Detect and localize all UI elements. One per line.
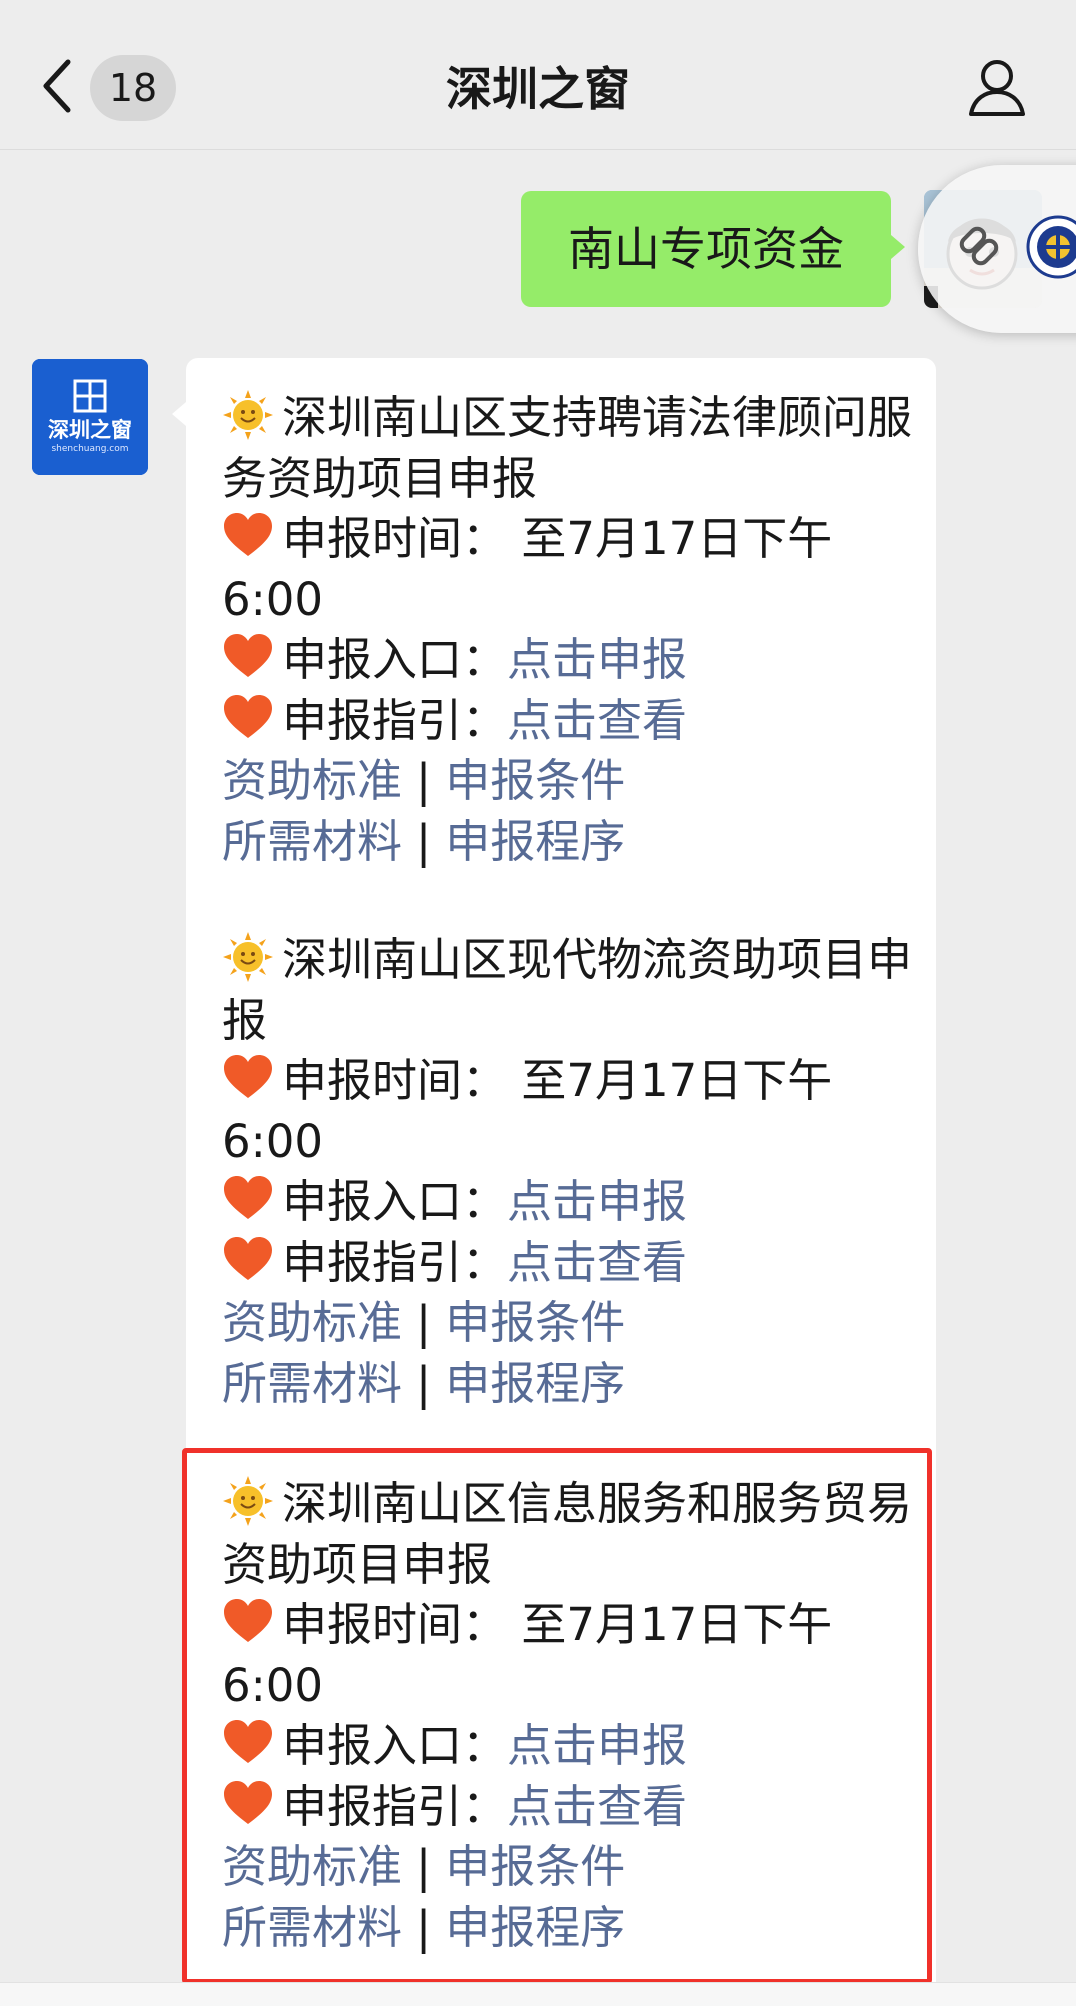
- apply-procedure-link[interactable]: 申报程序: [445, 1901, 625, 1954]
- project-title-text: 深圳南山区现代物流资助项目申报: [222, 933, 913, 1047]
- nav-bar: 18 深圳之窗: [0, 0, 1076, 150]
- apply-guide-link[interactable]: 点击查看: [507, 1236, 687, 1289]
- apply-guide-label: 申报指引：: [282, 1779, 508, 1833]
- emblem-icon: [1026, 215, 1076, 279]
- heart-icon: [224, 1176, 272, 1219]
- apply-conditions-link[interactable]: 申报条件: [445, 1296, 625, 1349]
- links-row: 所需材料 | 申报程序: [222, 812, 912, 873]
- apply-entry-label: 申报入口：: [282, 633, 508, 686]
- required-materials-link[interactable]: 所需材料: [222, 815, 402, 868]
- apply-guide-link[interactable]: 点击查看: [507, 694, 687, 747]
- apply-time-label: 申报时间：: [282, 1598, 508, 1651]
- chevron-left-icon: [43, 59, 71, 113]
- links-row: 资助标准 | 申报条件: [222, 1837, 912, 1898]
- received-message-bubble: 深圳南山区支持聘请法律顾问服务资助项目申报 申报时间： 至7月17日下午6:00…: [172, 358, 936, 2006]
- back-button[interactable]: [38, 56, 78, 116]
- project-block: 深圳南山区信息服务和服务贸易资助项目申报 申报时间： 至7月17日下午6:00 …: [222, 1474, 912, 1958]
- links-row: 资助标准 | 申报条件: [222, 751, 912, 812]
- apply-conditions-link[interactable]: 申报条件: [445, 754, 625, 807]
- apply-guide-label: 申报指引：: [282, 1235, 508, 1289]
- funding-standard-link[interactable]: 资助标准: [222, 1840, 402, 1893]
- apply-time-row: 申报时间： 至7月17日下午6:00: [222, 509, 912, 630]
- heart-icon: [224, 634, 272, 677]
- links-row: 资助标准 | 申报条件: [222, 1293, 912, 1354]
- sun-face-icon: [223, 1476, 273, 1526]
- heart-icon: [224, 1055, 272, 1098]
- separator: |: [416, 1356, 432, 1410]
- sent-message-bubble[interactable]: 南山专项资金: [521, 191, 905, 307]
- apply-guide-row: 申报指引：点击查看: [222, 1777, 912, 1838]
- bottom-menu-bar: [0, 1982, 1076, 2006]
- links-row: 所需材料 | 申报程序: [222, 1898, 912, 1959]
- heart-icon: [224, 1720, 272, 1763]
- apply-entry-row: 申报入口：点击申报: [222, 630, 912, 691]
- official-account-avatar[interactable]: 深圳之窗 shenchuang.com: [32, 359, 148, 475]
- project-block: 深圳南山区支持聘请法律顾问服务资助项目申报 申报时间： 至7月17日下午6:00…: [222, 388, 912, 872]
- project-title: 深圳南山区现代物流资助项目申报: [222, 930, 912, 1051]
- required-materials-link[interactable]: 所需材料: [222, 1901, 402, 1954]
- apply-entry-link[interactable]: 点击申报: [507, 633, 687, 686]
- apply-guide-label: 申报指引：: [282, 693, 508, 747]
- apply-time-row: 申报时间： 至7月17日下午6:00: [222, 1051, 912, 1172]
- floating-window-content: [959, 215, 1076, 279]
- funding-standard-link[interactable]: 资助标准: [222, 1296, 402, 1349]
- apply-guide-link[interactable]: 点击查看: [507, 1780, 687, 1833]
- links-row: 所需材料 | 申报程序: [222, 1354, 912, 1415]
- separator: |: [416, 1296, 432, 1349]
- sun-face-icon: [223, 390, 273, 440]
- apply-entry-label: 申报入口：: [282, 1719, 508, 1772]
- heart-icon: [224, 1780, 272, 1824]
- apply-entry-link[interactable]: 点击申报: [507, 1719, 687, 1772]
- apply-time-label: 申报时间：: [282, 1054, 508, 1107]
- project-block: 深圳南山区现代物流资助项目申报 申报时间： 至7月17日下午6:00 申报入口：…: [222, 930, 912, 1414]
- unread-count-badge[interactable]: 18: [90, 55, 176, 121]
- sun-face-icon: [223, 932, 273, 982]
- separator: |: [416, 1900, 432, 1954]
- separator: |: [416, 1840, 432, 1893]
- heart-icon: [224, 694, 272, 738]
- required-materials-link[interactable]: 所需材料: [222, 1357, 402, 1410]
- heart-icon: [224, 1599, 272, 1642]
- apply-entry-row: 申报入口：点击申报: [222, 1716, 912, 1777]
- project-title: 深圳南山区支持聘请法律顾问服务资助项目申报: [222, 388, 912, 509]
- project-title-text: 深圳南山区支持聘请法律顾问服务资助项目申报: [222, 391, 913, 505]
- apply-time-label: 申报时间：: [282, 512, 508, 565]
- logo-text: 深圳之窗: [48, 418, 132, 442]
- logo-subtext: shenchuang.com: [51, 444, 129, 454]
- apply-guide-row: 申报指引：点击查看: [222, 1233, 912, 1294]
- link-icon: [959, 226, 999, 266]
- heart-icon: [224, 1236, 272, 1280]
- apply-entry-link[interactable]: 点击申报: [507, 1175, 687, 1228]
- separator: |: [416, 754, 432, 807]
- floating-window-button[interactable]: [918, 165, 1076, 333]
- funding-standard-link[interactable]: 资助标准: [222, 754, 402, 807]
- heart-icon: [224, 513, 272, 556]
- person-icon: [969, 60, 1025, 116]
- separator: |: [416, 814, 432, 868]
- apply-time-row: 申报时间： 至7月17日下午6:00: [222, 1595, 912, 1716]
- apply-conditions-link[interactable]: 申报条件: [445, 1840, 625, 1893]
- apply-entry-label: 申报入口：: [282, 1175, 508, 1228]
- project-title-text: 深圳南山区信息服务和服务贸易资助项目申报: [222, 1477, 913, 1591]
- apply-guide-row: 申报指引：点击查看: [222, 691, 912, 752]
- project-title: 深圳南山区信息服务和服务贸易资助项目申报: [222, 1474, 912, 1595]
- apply-procedure-link[interactable]: 申报程序: [445, 1357, 625, 1410]
- apply-entry-row: 申报入口：点击申报: [222, 1172, 912, 1233]
- profile-button[interactable]: [966, 56, 1028, 118]
- apply-procedure-link[interactable]: 申报程序: [445, 815, 625, 868]
